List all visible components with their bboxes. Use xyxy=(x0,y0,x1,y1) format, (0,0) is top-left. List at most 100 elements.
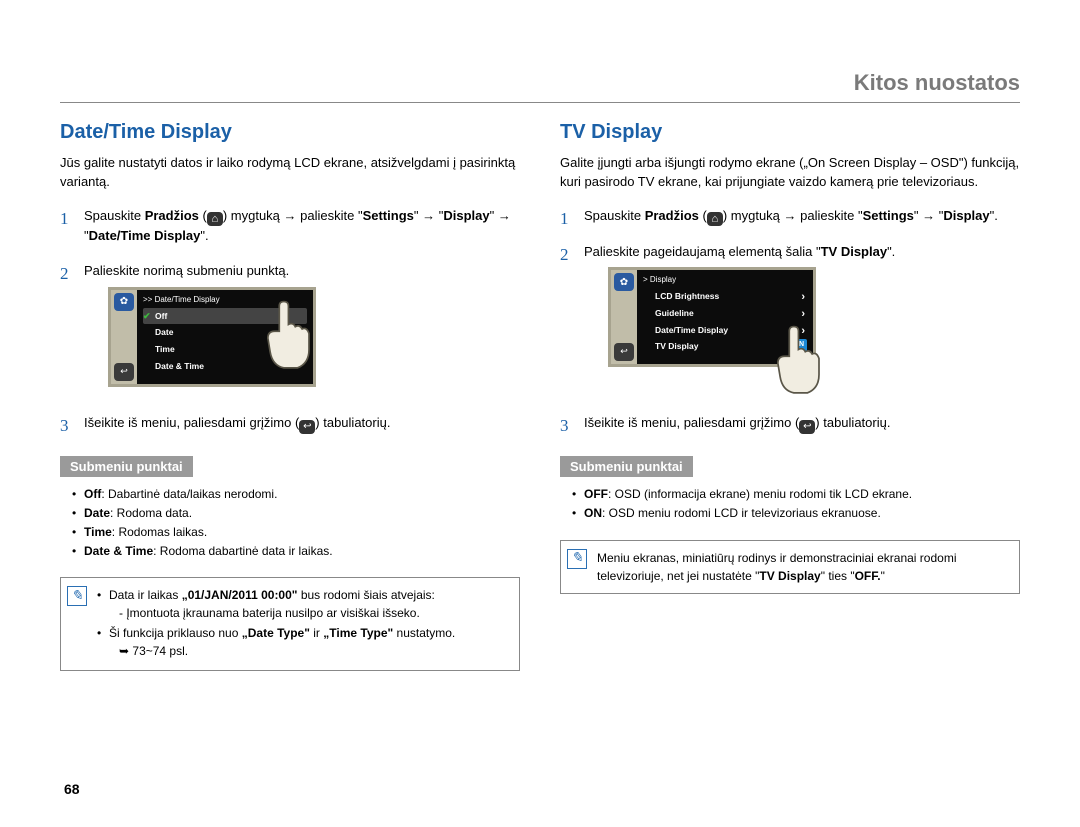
text: TV Display xyxy=(759,569,820,583)
text: Ši funkcija priklauso nuo xyxy=(109,626,242,640)
text: TV Display xyxy=(655,341,698,351)
manual-page: Kitos nuostatos Date/Time Display Jūs ga… xyxy=(60,70,1020,787)
step-2: Palieskite norimą submeniu punktą. >> Da… xyxy=(60,261,520,397)
text: ) mygtuką xyxy=(723,208,784,223)
note-box: ✎ Data ir laikas „01/JAN/2011 00:00" bus… xyxy=(60,577,520,671)
device-row: LCD Brightness › xyxy=(643,288,807,305)
text: Data ir laikas xyxy=(109,588,182,602)
text: Date & Time xyxy=(84,544,153,558)
text: ( xyxy=(199,208,207,223)
text: : Rodoma dabartinė data ir laikas. xyxy=(153,544,332,558)
text: bus rodomi šiais atvejais: xyxy=(297,588,434,602)
note-icon: ✎ xyxy=(67,586,87,606)
check-icon: ✔ xyxy=(143,310,151,324)
arrow-icon: → xyxy=(422,208,435,223)
device-row: Date & Time xyxy=(143,358,307,375)
step-3: Išeikite iš meniu, paliesdami grįžimo ()… xyxy=(60,413,520,434)
text: ) tabuliatorių. xyxy=(815,415,890,430)
text: Palieskite norimą submeniu punktą. xyxy=(84,263,289,278)
text: " xyxy=(490,208,498,223)
list-item: OFF: OSD (informacija ekrane) meniu rodo… xyxy=(572,485,1020,504)
text: Spauskite xyxy=(584,208,645,223)
text: : OSD (informacija ekrane) meniu rodomi … xyxy=(608,487,912,501)
on-badge: ON xyxy=(791,339,808,352)
chevron-right-icon: › xyxy=(801,306,805,323)
device-row: Date/Time Display › xyxy=(643,322,807,339)
submenu-list: Off: Dabartinė data/laikas nerodomi. Dat… xyxy=(60,485,520,562)
page-number: 68 xyxy=(64,781,80,797)
list-item: Date & Time: Rodoma dabartinė data ir la… xyxy=(72,542,520,561)
arrow-icon: → xyxy=(922,208,935,223)
text: Guideline xyxy=(655,308,694,318)
text: Date/Time Display xyxy=(89,228,201,243)
device-header: >> Date/Time Display xyxy=(143,294,307,306)
back-icon xyxy=(299,420,315,434)
text: LCD Brightness xyxy=(655,291,719,301)
text: ) tabuliatorių. xyxy=(315,415,390,430)
text: Pradžios xyxy=(645,208,699,223)
text: OFF xyxy=(584,487,608,501)
device-header: > Display xyxy=(643,274,807,286)
arrow-icon: → xyxy=(498,208,511,223)
text: " xyxy=(414,208,422,223)
chevron-right-icon: › xyxy=(801,323,805,340)
text: Time xyxy=(84,525,112,539)
left-column: Date/Time Display Jūs galite nustatyti d… xyxy=(60,121,520,671)
text: Off xyxy=(84,487,101,501)
back-icon xyxy=(799,420,815,434)
section-title-right: TV Display xyxy=(560,121,1020,144)
submenu-list: OFF: OSD (informacija ekrane) meniu rodo… xyxy=(560,485,1020,523)
text: „Date Type" xyxy=(242,626,310,640)
text: Date xyxy=(84,506,110,520)
section-title-left: Date/Time Display xyxy=(60,121,520,144)
submenu-heading: Submeniu punktai xyxy=(60,456,193,477)
arrow-icon: → xyxy=(284,208,297,223)
text: Date/Time Display xyxy=(655,325,728,335)
page-ref: ➥ 73~74 psl. xyxy=(109,642,507,660)
text: ". xyxy=(200,228,208,243)
chevron-right-icon: › xyxy=(801,289,805,306)
submenu-heading: Submeniu punktai xyxy=(560,456,693,477)
text: Išeikite iš meniu, paliesdami grįžimo ( xyxy=(84,415,299,430)
two-column-layout: Date/Time Display Jūs galite nustatyti d… xyxy=(60,121,1020,671)
list-item: Time: Rodomas laikas. xyxy=(72,523,520,542)
step-3: Išeikite iš meniu, paliesdami grįžimo ()… xyxy=(560,413,1020,434)
text: : Rodoma data. xyxy=(110,506,192,520)
text: Off xyxy=(155,311,167,321)
text: : Rodomas laikas. xyxy=(112,525,207,539)
device-screenshot: > Display LCD Brightness › Guideline › Dat… xyxy=(608,267,858,397)
text: ir xyxy=(310,626,323,640)
step-1: Spauskite Pradžios () mygtuką → palieski… xyxy=(560,206,1020,226)
text: TV Display xyxy=(821,244,887,259)
text: „Time Type" xyxy=(323,626,393,640)
text: : Dabartinė data/laikas nerodomi. xyxy=(101,487,277,501)
device-row: Date xyxy=(143,324,307,341)
list-item: Date: Rodoma data. xyxy=(72,504,520,523)
note-box: ✎ Meniu ekranas, miniatiūrų rodinys ir d… xyxy=(560,540,1020,594)
arrow-icon: → xyxy=(784,208,797,223)
text: Pradžios xyxy=(145,208,199,223)
note-icon: ✎ xyxy=(567,549,587,569)
text: " ties " xyxy=(821,569,855,583)
device-row: Time xyxy=(143,341,307,358)
home-icon xyxy=(707,212,723,226)
steps-right: Spauskite Pradžios () mygtuką → palieski… xyxy=(560,206,1020,435)
text: palieskite " xyxy=(297,208,363,223)
text: ) mygtuką xyxy=(223,208,284,223)
home-icon xyxy=(207,212,223,226)
note-text: Meniu ekranas, miniatiūrų rodinys ir dem… xyxy=(597,549,1007,585)
text: Settings xyxy=(363,208,414,223)
chapter-title: Kitos nuostatos xyxy=(60,70,1020,103)
text: " xyxy=(914,208,922,223)
note-line: Ši funkcija priklauso nuo „Date Type" ir… xyxy=(97,624,507,660)
text: " xyxy=(881,569,885,583)
text: palieskite " xyxy=(797,208,863,223)
device-row: TV Display ON xyxy=(643,338,807,355)
text: Display xyxy=(443,208,489,223)
intro-right: Galite įjungti arba išjungti rodymo ekra… xyxy=(560,154,1020,192)
gear-icon xyxy=(114,293,134,311)
text: nustatymo. xyxy=(393,626,455,640)
right-column: TV Display Galite įjungti arba išjungti … xyxy=(560,121,1020,671)
list-item: ON: OSD meniu rodomi LCD ir televizoriau… xyxy=(572,504,1020,523)
device-screenshot: >> Date/Time Display ✔ Off Date Time Date… xyxy=(108,287,358,397)
